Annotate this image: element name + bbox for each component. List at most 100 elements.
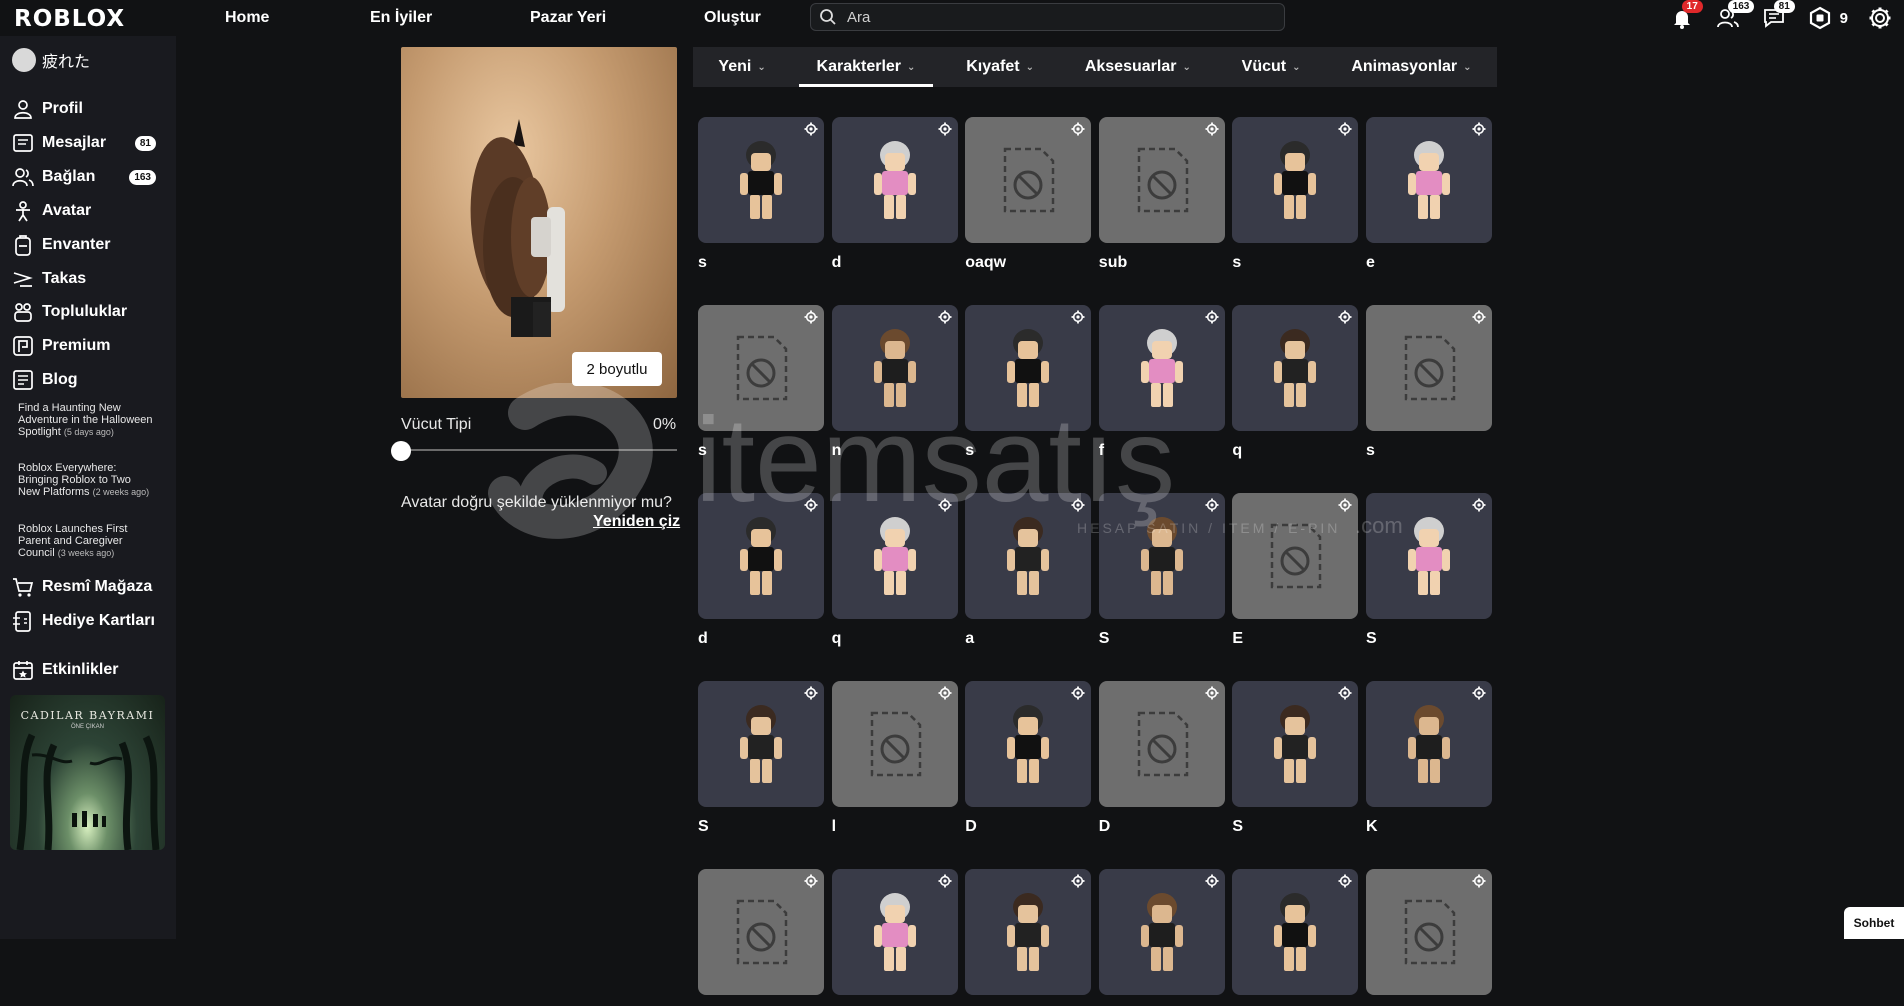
gear-icon[interactable] <box>1071 122 1085 136</box>
gear-icon[interactable] <box>1071 498 1085 512</box>
avatar-preview[interactable] <box>401 47 677 398</box>
character-card[interactable]: a <box>965 493 1092 648</box>
body-type-slider[interactable] <box>401 449 677 451</box>
sidebar-item-connect[interactable]: Bağlan 163 <box>12 166 162 188</box>
gear-icon[interactable] <box>804 498 818 512</box>
gear-icon[interactable] <box>1338 498 1352 512</box>
gear-icon[interactable] <box>938 498 952 512</box>
character-card[interactable]: d <box>698 493 824 648</box>
character-card[interactable]: D <box>965 681 1092 836</box>
gear-icon[interactable] <box>1205 498 1219 512</box>
character-card[interactable] <box>698 869 824 1006</box>
character-card[interactable]: s <box>1232 117 1359 272</box>
character-card[interactable]: S <box>698 681 824 836</box>
gear-icon[interactable] <box>938 122 952 136</box>
gear-icon[interactable] <box>804 686 818 700</box>
gear-icon[interactable] <box>1472 874 1486 888</box>
robux-button[interactable] <box>1806 4 1834 32</box>
character-card[interactable] <box>1098 869 1225 1006</box>
tab-accessories[interactable]: Aksesuarlar ⌄ <box>1085 47 1191 87</box>
gear-icon[interactable] <box>1205 310 1219 324</box>
sidebar-item-trade[interactable]: Takas <box>12 268 162 290</box>
character-card[interactable]: s <box>1366 305 1492 460</box>
halloween-promo-banner[interactable]: CADILAR BAYRAMI ÖNE ÇIKAN <box>10 695 165 850</box>
nav-home[interactable]: Home <box>225 9 269 27</box>
character-card[interactable]: d <box>831 117 958 272</box>
gear-icon[interactable] <box>1338 310 1352 324</box>
gear-icon[interactable] <box>938 310 952 324</box>
nav-charts[interactable]: En İyiler <box>370 9 432 27</box>
gear-icon[interactable] <box>1071 310 1085 324</box>
character-card[interactable] <box>831 869 958 1006</box>
tab-body[interactable]: Vücut ⌄ <box>1242 47 1301 87</box>
character-card[interactable]: n <box>831 305 958 460</box>
redraw-link[interactable]: Yeniden çiz <box>593 513 680 531</box>
blog-post-2[interactable]: Roblox Everywhere: Bringing Roblox to Tw… <box>18 462 153 498</box>
messages-button[interactable]: 81 <box>1760 0 1795 32</box>
sidebar-user[interactable]: 疲れた <box>12 48 90 72</box>
tab-animations[interactable]: Animasyonlar ⌄ <box>1351 47 1471 87</box>
character-card[interactable]: f <box>1098 305 1225 460</box>
character-card[interactable] <box>965 869 1092 1006</box>
gear-icon[interactable] <box>804 310 818 324</box>
friends-button[interactable]: 163 <box>1714 0 1755 32</box>
gear-icon[interactable] <box>938 874 952 888</box>
character-card[interactable]: l <box>831 681 958 836</box>
tab-clothing[interactable]: Kıyafet ⌄ <box>966 47 1034 87</box>
character-card[interactable]: S <box>1366 493 1492 648</box>
search-input[interactable]: Ara <box>810 3 1285 31</box>
character-card[interactable]: s <box>965 305 1092 460</box>
roblox-logo[interactable]: ROBLOX <box>14 6 125 32</box>
notifications-button[interactable]: 17 <box>1668 0 1703 32</box>
sidebar-item-gift-cards[interactable]: Hediye Kartları <box>12 610 162 632</box>
sidebar-item-inventory[interactable]: Envanter <box>12 234 162 256</box>
character-card[interactable]: S <box>1232 681 1359 836</box>
gear-icon[interactable] <box>1472 686 1486 700</box>
character-card[interactable] <box>1366 869 1492 1006</box>
gear-icon[interactable] <box>1338 686 1352 700</box>
gear-icon[interactable] <box>1472 122 1486 136</box>
sidebar-item-profile[interactable]: Profil <box>12 98 162 120</box>
gear-icon[interactable] <box>1338 874 1352 888</box>
character-card[interactable]: e <box>1366 117 1492 272</box>
character-card[interactable]: q <box>1232 305 1359 460</box>
sidebar-item-avatar[interactable]: Avatar <box>12 200 162 222</box>
view-2d-toggle-button[interactable]: 2 boyutlu <box>572 352 662 386</box>
gear-icon[interactable] <box>1205 874 1219 888</box>
sidebar-item-store[interactable]: Resmî Mağaza <box>12 576 162 598</box>
character-card[interactable]: S <box>1098 493 1225 648</box>
gear-icon[interactable] <box>1472 498 1486 512</box>
sidebar-item-blog[interactable]: Blog <box>12 369 162 391</box>
blog-post-1[interactable]: Find a Haunting New Adventure in the Hal… <box>18 402 153 438</box>
character-card[interactable]: s <box>698 305 824 460</box>
character-card[interactable] <box>1232 869 1359 1006</box>
sidebar-item-events[interactable]: Etkinlikler <box>12 659 162 681</box>
gear-icon[interactable] <box>1472 310 1486 324</box>
settings-button[interactable] <box>1866 4 1894 32</box>
chat-button[interactable]: Sohbet <box>1844 907 1904 939</box>
gear-icon[interactable] <box>804 874 818 888</box>
sidebar-item-messages[interactable]: Mesajlar 81 <box>12 132 162 154</box>
sidebar-item-premium[interactable]: Premium <box>12 335 162 357</box>
character-card[interactable]: E <box>1232 493 1359 648</box>
character-card[interactable]: oaqw <box>965 117 1092 272</box>
tab-characters[interactable]: Karakterler ⌄ <box>798 47 934 87</box>
gear-icon[interactable] <box>1205 686 1219 700</box>
character-card[interactable]: K <box>1366 681 1492 836</box>
tab-recent[interactable]: Yeni ⌄ <box>718 47 765 87</box>
character-card[interactable]: q <box>831 493 958 648</box>
gear-icon[interactable] <box>1071 874 1085 888</box>
gear-icon[interactable] <box>1205 122 1219 136</box>
character-card[interactable]: s <box>698 117 824 272</box>
body-type-slider-handle[interactable] <box>391 441 411 461</box>
character-card[interactable]: sub <box>1098 117 1225 272</box>
nav-create[interactable]: Oluştur <box>704 9 761 27</box>
blog-post-3[interactable]: Roblox Launches First Parent and Caregiv… <box>18 523 153 559</box>
character-card[interactable]: D <box>1098 681 1225 836</box>
gear-icon[interactable] <box>938 686 952 700</box>
gear-icon[interactable] <box>1071 686 1085 700</box>
gear-icon[interactable] <box>804 122 818 136</box>
gear-icon[interactable] <box>1338 122 1352 136</box>
sidebar-item-communities[interactable]: Topluluklar <box>12 301 162 323</box>
nav-marketplace[interactable]: Pazar Yeri <box>530 9 606 27</box>
